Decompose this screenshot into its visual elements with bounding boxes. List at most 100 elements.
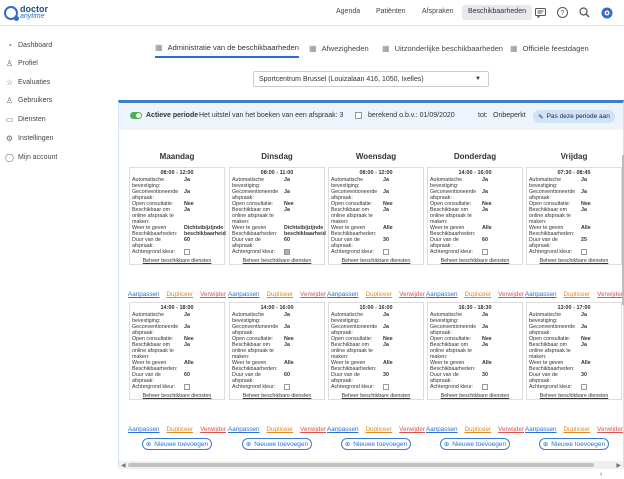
verwijder-link[interactable]: Verwijder <box>300 426 326 433</box>
verwijder-link[interactable]: Verwijder <box>200 426 226 433</box>
beheer-diensten-link[interactable]: Beheer beschikbare diensten <box>428 258 522 264</box>
slot-value-duur: 60 <box>284 372 290 378</box>
beheer-diensten-link[interactable]: Beheer beschikbare diensten <box>329 258 423 264</box>
message-icon[interactable] <box>534 6 547 19</box>
sidebar-item-gebruikers[interactable]: ♙ Gebruikers <box>5 94 52 106</box>
add-new-button[interactable]: ⊕ Nieuwe toevoegen <box>539 438 609 450</box>
verwijder-link[interactable]: Verwijder <box>399 291 425 298</box>
beheer-diensten-link[interactable]: Beheer beschikbare diensten <box>428 393 522 399</box>
slot-label-kleur: Achtergrond kleur: <box>430 384 474 390</box>
slot-value-auto: Ja <box>284 312 290 318</box>
aanpassen-link[interactable]: Aanpassen <box>128 291 160 298</box>
slot-value-online: Ja <box>482 207 488 213</box>
sidebar-item-evaluaties[interactable]: ☆ Evaluaties <box>5 76 50 88</box>
caret-down-icon: ▼ <box>475 76 481 82</box>
verwijder-link[interactable]: Verwijder <box>498 426 524 433</box>
slot-value-geconv: Ja <box>581 324 587 330</box>
verwijder-link[interactable]: Verwijder <box>498 291 524 298</box>
berekend-checkbox[interactable] <box>355 112 362 119</box>
dupliceer-link[interactable]: Dupliceer <box>267 291 294 298</box>
aanpassen-link[interactable]: Aanpassen <box>327 426 359 433</box>
add-new-button[interactable]: ⊕ Nieuwe toevoegen <box>142 438 212 450</box>
dupliceer-link[interactable]: Dupliceer <box>465 291 492 298</box>
availability-card: 07:30 - 08:45 Automatische bevestiging: Ja… <box>526 167 622 265</box>
user-icon: ♙ <box>5 58 14 68</box>
aanpassen-link[interactable]: Aanpassen <box>426 291 458 298</box>
sidebar-item-diensten[interactable]: ▭ Diensten <box>5 113 46 125</box>
beheer-diensten-link[interactable]: Beheer beschikbare diensten <box>230 393 324 399</box>
logo[interactable]: doctor anytime <box>4 3 48 23</box>
slot-label-online: Beschikbaar om online afspraak te maken: <box>331 207 373 225</box>
nav-agenda[interactable]: Agenda <box>330 5 366 20</box>
tab-afwezigheden[interactable]: ▦ Afwezigheden <box>309 38 369 58</box>
profile-icon[interactable] <box>600 6 613 19</box>
scroll-left-icon[interactable]: ◀ <box>121 462 126 469</box>
dupliceer-link[interactable]: Dupliceer <box>366 426 393 433</box>
edit-period-button[interactable]: ✎ Pas deze periode aan <box>533 110 615 123</box>
aanpassen-link[interactable]: Aanpassen <box>525 426 557 433</box>
nav-beschikbaarheden[interactable]: Beschikbaarheden <box>462 5 532 20</box>
sidebar-item-dashboard[interactable]: ◔ Dashboard <box>5 39 52 51</box>
slot-label-kleur: Achtergrond kleur: <box>232 249 276 255</box>
color-swatch <box>482 384 488 390</box>
add-new-button[interactable]: ⊕ Nieuwe toevoegen <box>341 438 411 450</box>
aanpassen-link[interactable]: Aanpassen <box>128 426 160 433</box>
aanpassen-link[interactable]: Aanpassen <box>228 291 260 298</box>
dupliceer-link[interactable]: Dupliceer <box>465 426 492 433</box>
beheer-diensten-link[interactable]: Beheer beschikbare diensten <box>527 258 621 264</box>
tab-feestdagen[interactable]: ▦ Officiële feestdagen <box>510 38 589 58</box>
scroll-thumb[interactable] <box>128 463 594 467</box>
calendar-icon: ▦ <box>155 42 163 52</box>
sidebar-item-mijn-account[interactable]: ◯ Mijn account <box>5 151 57 163</box>
beheer-diensten-link[interactable]: Beheer beschikbare diensten <box>527 393 621 399</box>
dupliceer-link[interactable]: Dupliceer <box>167 291 194 298</box>
beheer-diensten-link[interactable]: Beheer beschikbare diensten <box>329 393 423 399</box>
slot-value-geconv: Ja <box>482 324 488 330</box>
tab-administratie[interactable]: ▦ Administratie van de beschikbaarheden <box>155 38 299 58</box>
location-select[interactable]: Sportcentrum Brussel (Louizalaan 416, 10… <box>253 71 489 87</box>
sidebar-item-instellingen[interactable]: ⚙ Instellingen <box>5 132 54 144</box>
horizontal-scrollbar[interactable]: ◀ ▶ <box>119 461 623 469</box>
verwijder-link[interactable]: Verwijder <box>597 291 623 298</box>
sidebar-item-profiel[interactable]: ♙ Profiel <box>5 57 38 69</box>
verwijder-link[interactable]: Verwijder <box>200 291 226 298</box>
verwijder-link[interactable]: Verwijder <box>399 426 425 433</box>
dupliceer-link[interactable]: Dupliceer <box>564 426 591 433</box>
aanpassen-link[interactable]: Aanpassen <box>327 291 359 298</box>
sidebar-item-label: Diensten <box>18 115 46 123</box>
tab-uitzonderlijke[interactable]: ▦ Uitzonderlijke beschikbaarheden <box>382 38 503 58</box>
beheer-diensten-link[interactable]: Beheer beschikbare diensten <box>130 393 224 399</box>
nav-patienten[interactable]: Patiënten <box>370 5 412 20</box>
verwijder-link[interactable]: Verwijder <box>300 291 326 298</box>
slot-time: 08:00 - 12:00 <box>160 170 194 176</box>
period-toggle[interactable] <box>130 112 142 119</box>
availability-card: 16:30 - 18:30 Automatische bevestiging: Ja… <box>427 302 523 400</box>
add-new-button[interactable]: ⊕ Nieuwe toevoegen <box>440 438 510 450</box>
dupliceer-link[interactable]: Dupliceer <box>167 426 194 433</box>
slot-value-online: Ja <box>184 342 190 348</box>
aanpassen-link[interactable]: Aanpassen <box>228 426 260 433</box>
slot-label-online: Beschikbaar om online afspraak te maken: <box>529 342 571 360</box>
color-swatch <box>284 384 290 390</box>
beheer-diensten-link[interactable]: Beheer beschikbare diensten <box>130 258 224 264</box>
slot-value-online: Ja <box>581 207 587 213</box>
aanpassen-link[interactable]: Aanpassen <box>426 426 458 433</box>
dupliceer-link[interactable]: Dupliceer <box>564 291 591 298</box>
verwijder-link[interactable]: Verwijder <box>597 426 623 433</box>
nav-afspraken[interactable]: Afspraken <box>416 5 460 20</box>
pencil-icon: ✎ <box>538 113 544 121</box>
slot-value-duur: 30 <box>383 237 389 243</box>
slot-label-online: Beschikbaar om online afspraak te maken: <box>232 207 274 225</box>
beheer-diensten-link[interactable]: Beheer beschikbare diensten <box>230 258 324 264</box>
slot-value-geconv: Ja <box>383 324 389 330</box>
scroll-right-icon[interactable]: ▶ <box>616 462 621 469</box>
color-swatch <box>581 384 587 390</box>
search-icon[interactable] <box>578 6 591 19</box>
dupliceer-link[interactable]: Dupliceer <box>366 291 393 298</box>
add-new-button[interactable]: ⊕ Nieuwe toevoegen <box>242 438 312 450</box>
availability-card: 14:00 - 16:00 Automatische bevestiging: Ja… <box>229 302 325 400</box>
aanpassen-link[interactable]: Aanpassen <box>525 291 557 298</box>
location-select-value: Sportcentrum Brussel (Louizalaan 416, 10… <box>259 76 424 83</box>
help-icon[interactable]: ? <box>556 6 569 19</box>
dupliceer-link[interactable]: Dupliceer <box>267 426 294 433</box>
